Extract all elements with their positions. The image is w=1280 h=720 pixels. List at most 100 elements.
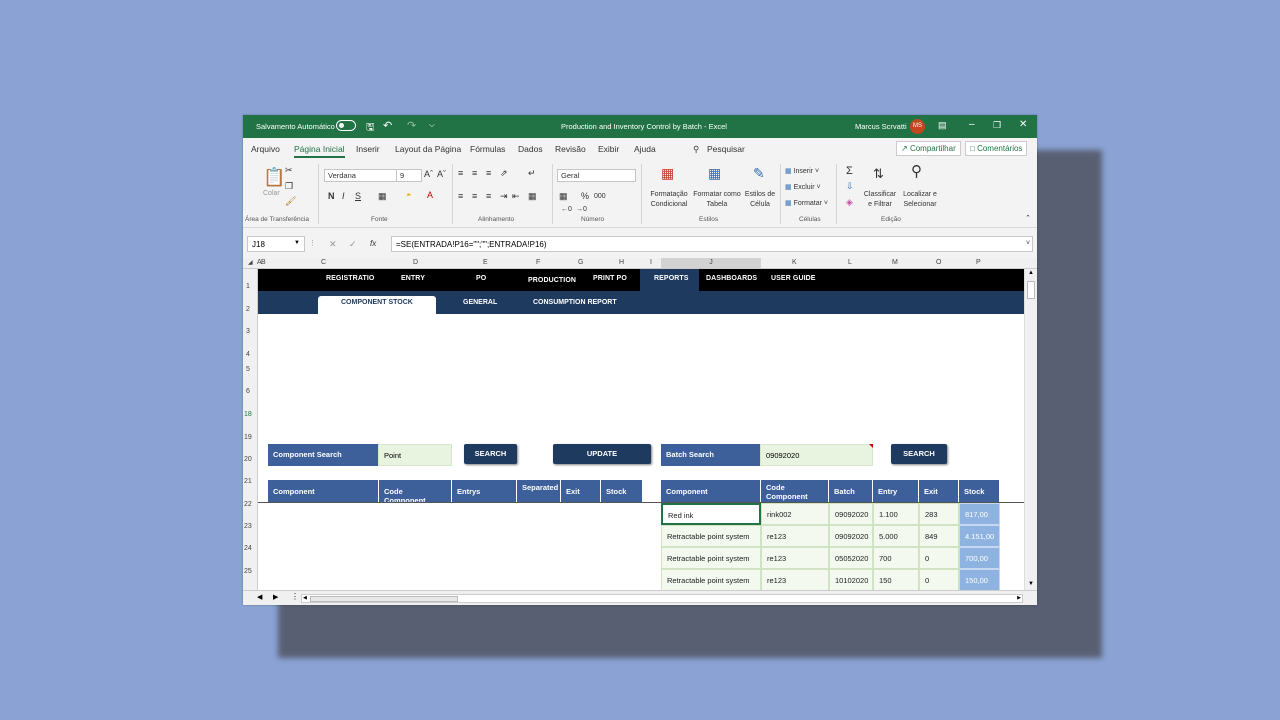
format-cells-button[interactable]: ▦ Formatar ˅ [785,199,828,207]
table-cell[interactable]: re123 [761,547,829,569]
table-cell[interactable]: 817,00 [959,503,1000,525]
row-header[interactable]: 2 [246,306,250,313]
tab-component-stock[interactable]: COMPONENT STOCK [341,299,413,306]
nav-registration[interactable]: REGISTRATIO [326,275,374,282]
collapse-ribbon-icon[interactable]: ⌃ [1025,215,1031,222]
table-cell[interactable]: 05052020 [829,547,873,569]
find-select-button[interactable]: Localizar e Selecionar [899,190,941,210]
tab-inserir[interactable]: Inserir [356,144,380,154]
wrap-text-icon[interactable]: ↵ [528,169,536,178]
borders-icon[interactable]: ▦ [378,192,387,201]
batch-search-input[interactable]: 09092020 [760,444,873,466]
more-sheets-icon[interactable]: ⋮ [291,592,299,601]
scroll-left-icon[interactable]: ◀ [303,595,307,601]
close-icon[interactable]: ✕ [1019,119,1027,130]
table-cell[interactable]: 283 [919,503,959,525]
more-icon[interactable]: ⋮ [309,240,316,247]
scroll-up-icon[interactable]: ▲ [1028,270,1034,276]
copy-icon[interactable]: ❐ [285,182,293,191]
search-label[interactable]: Pesquisar [707,144,745,154]
column-header[interactable]: E [483,259,488,266]
restore-icon[interactable]: ❐ [993,120,1001,131]
italic-button[interactable]: I [342,192,345,201]
undo-icon[interactable]: ↶ [383,119,392,132]
delete-cells-button[interactable]: ▦ Excluir ˅ [785,183,821,191]
table-cell[interactable]: 150 [873,569,919,590]
cell-styles-button[interactable]: Estilos de Célula [742,190,778,210]
avatar[interactable]: MS [910,119,925,134]
nav-reports[interactable]: REPORTS [654,275,689,282]
format-painter-icon[interactable]: 🖌 [285,197,296,206]
sort-filter-icon[interactable]: ⇅ [873,167,884,180]
format-table-icon[interactable]: ▦ [708,166,721,180]
component-search-input[interactable]: Point [378,444,452,466]
autosum-icon[interactable]: Σ [846,166,853,177]
tab-ajuda[interactable]: Ajuda [634,144,656,154]
redo-icon[interactable]: ↷ [407,119,416,132]
column-header[interactable]: D [413,259,418,266]
enter-icon[interactable]: ✓ [349,240,357,249]
percent-icon[interactable]: % [581,192,589,201]
row-header[interactable]: 4 [246,351,250,358]
row-header[interactable]: 19 [244,434,252,441]
row-header[interactable]: 22 [244,501,252,508]
customize-toolbar-icon[interactable]: ⌵ [429,120,435,130]
scroll-thumb[interactable] [1027,281,1035,299]
comments-button[interactable]: □ Comentários [965,141,1028,156]
tab-dados[interactable]: Dados [518,144,543,154]
tab-pagina-inicial[interactable]: Página Inicial [294,144,345,158]
ribbon-display-icon[interactable]: ▤ [938,120,947,131]
merge-center-icon[interactable]: ▦ [528,192,537,201]
table-cell[interactable]: 0 [919,569,959,590]
column-header[interactable]: J [661,258,761,268]
grow-font-icon[interactable]: Aˆ [424,170,433,179]
align-bottom-icon[interactable]: ≡ [486,169,491,178]
row-header[interactable]: 25 [244,568,252,575]
table-cell[interactable]: 4.151,00 [959,525,1000,547]
orientation-icon[interactable]: ⇗ [500,169,508,178]
select-all-icon[interactable]: ◢ [248,259,253,266]
column-header[interactable]: L [848,259,852,266]
table-cell[interactable]: rink002 [761,503,829,525]
thousands-icon[interactable]: 000 [594,193,606,200]
nav-print-po[interactable]: PRINT PO [593,275,627,282]
align-right-icon[interactable]: ≡ [486,192,491,201]
decrease-decimal-icon[interactable]: →0 [576,206,587,213]
scroll-right-icon[interactable]: ▶ [1017,595,1021,601]
autosave-toggle[interactable] [336,120,356,131]
table-cell[interactable]: 1.100 [873,503,919,525]
table-cell[interactable]: 150,00 [959,569,1000,590]
table-cell[interactable]: Retractable point system [661,547,761,569]
row-header[interactable]: 6 [246,388,250,395]
tab-revisao[interactable]: Revisão [555,144,586,154]
align-center-icon[interactable]: ≡ [472,192,477,201]
table-cell[interactable]: 0 [919,547,959,569]
name-box[interactable]: J18 ▼ [247,236,305,252]
tab-exibir[interactable]: Exibir [598,144,619,154]
column-header[interactable]: P [976,259,981,266]
column-header[interactable]: F [536,259,540,266]
align-left-icon[interactable]: ≡ [458,192,463,201]
sort-filter-button[interactable]: Classificar e Filtrar [863,190,897,210]
table-cell[interactable]: 09092020 [829,525,873,547]
nav-entry[interactable]: ENTRY [401,275,425,282]
table-cell[interactable]: 700,00 [959,547,1000,569]
column-header[interactable]: H [619,259,624,266]
batch-search-button[interactable]: SEARCH [891,444,947,464]
tab-arquivo[interactable]: Arquivo [251,144,280,154]
share-button[interactable]: ↗ Compartilhar [896,141,961,156]
tab-formulas[interactable]: Fórmulas [470,144,505,154]
insert-function-icon[interactable]: fx [370,240,376,248]
tab-consumption-report[interactable]: CONSUMPTION REPORT [533,299,617,306]
table-cell[interactable]: 700 [873,547,919,569]
nav-dashboards[interactable]: DASHBOARDS [706,275,757,282]
table-cell[interactable]: 849 [919,525,959,547]
vertical-scrollbar[interactable]: ▲ ▼ [1024,269,1037,590]
fill-icon[interactable]: ⇩ [846,182,854,191]
row-header[interactable]: 5 [246,366,250,373]
component-search-button[interactable]: SEARCH [464,444,517,464]
number-format-select[interactable]: Geral [557,169,636,182]
conditional-format-icon[interactable]: ▦ [661,166,674,180]
table-cell[interactable]: 09092020 [829,503,873,525]
font-name-select[interactable]: Verdana [324,169,397,182]
